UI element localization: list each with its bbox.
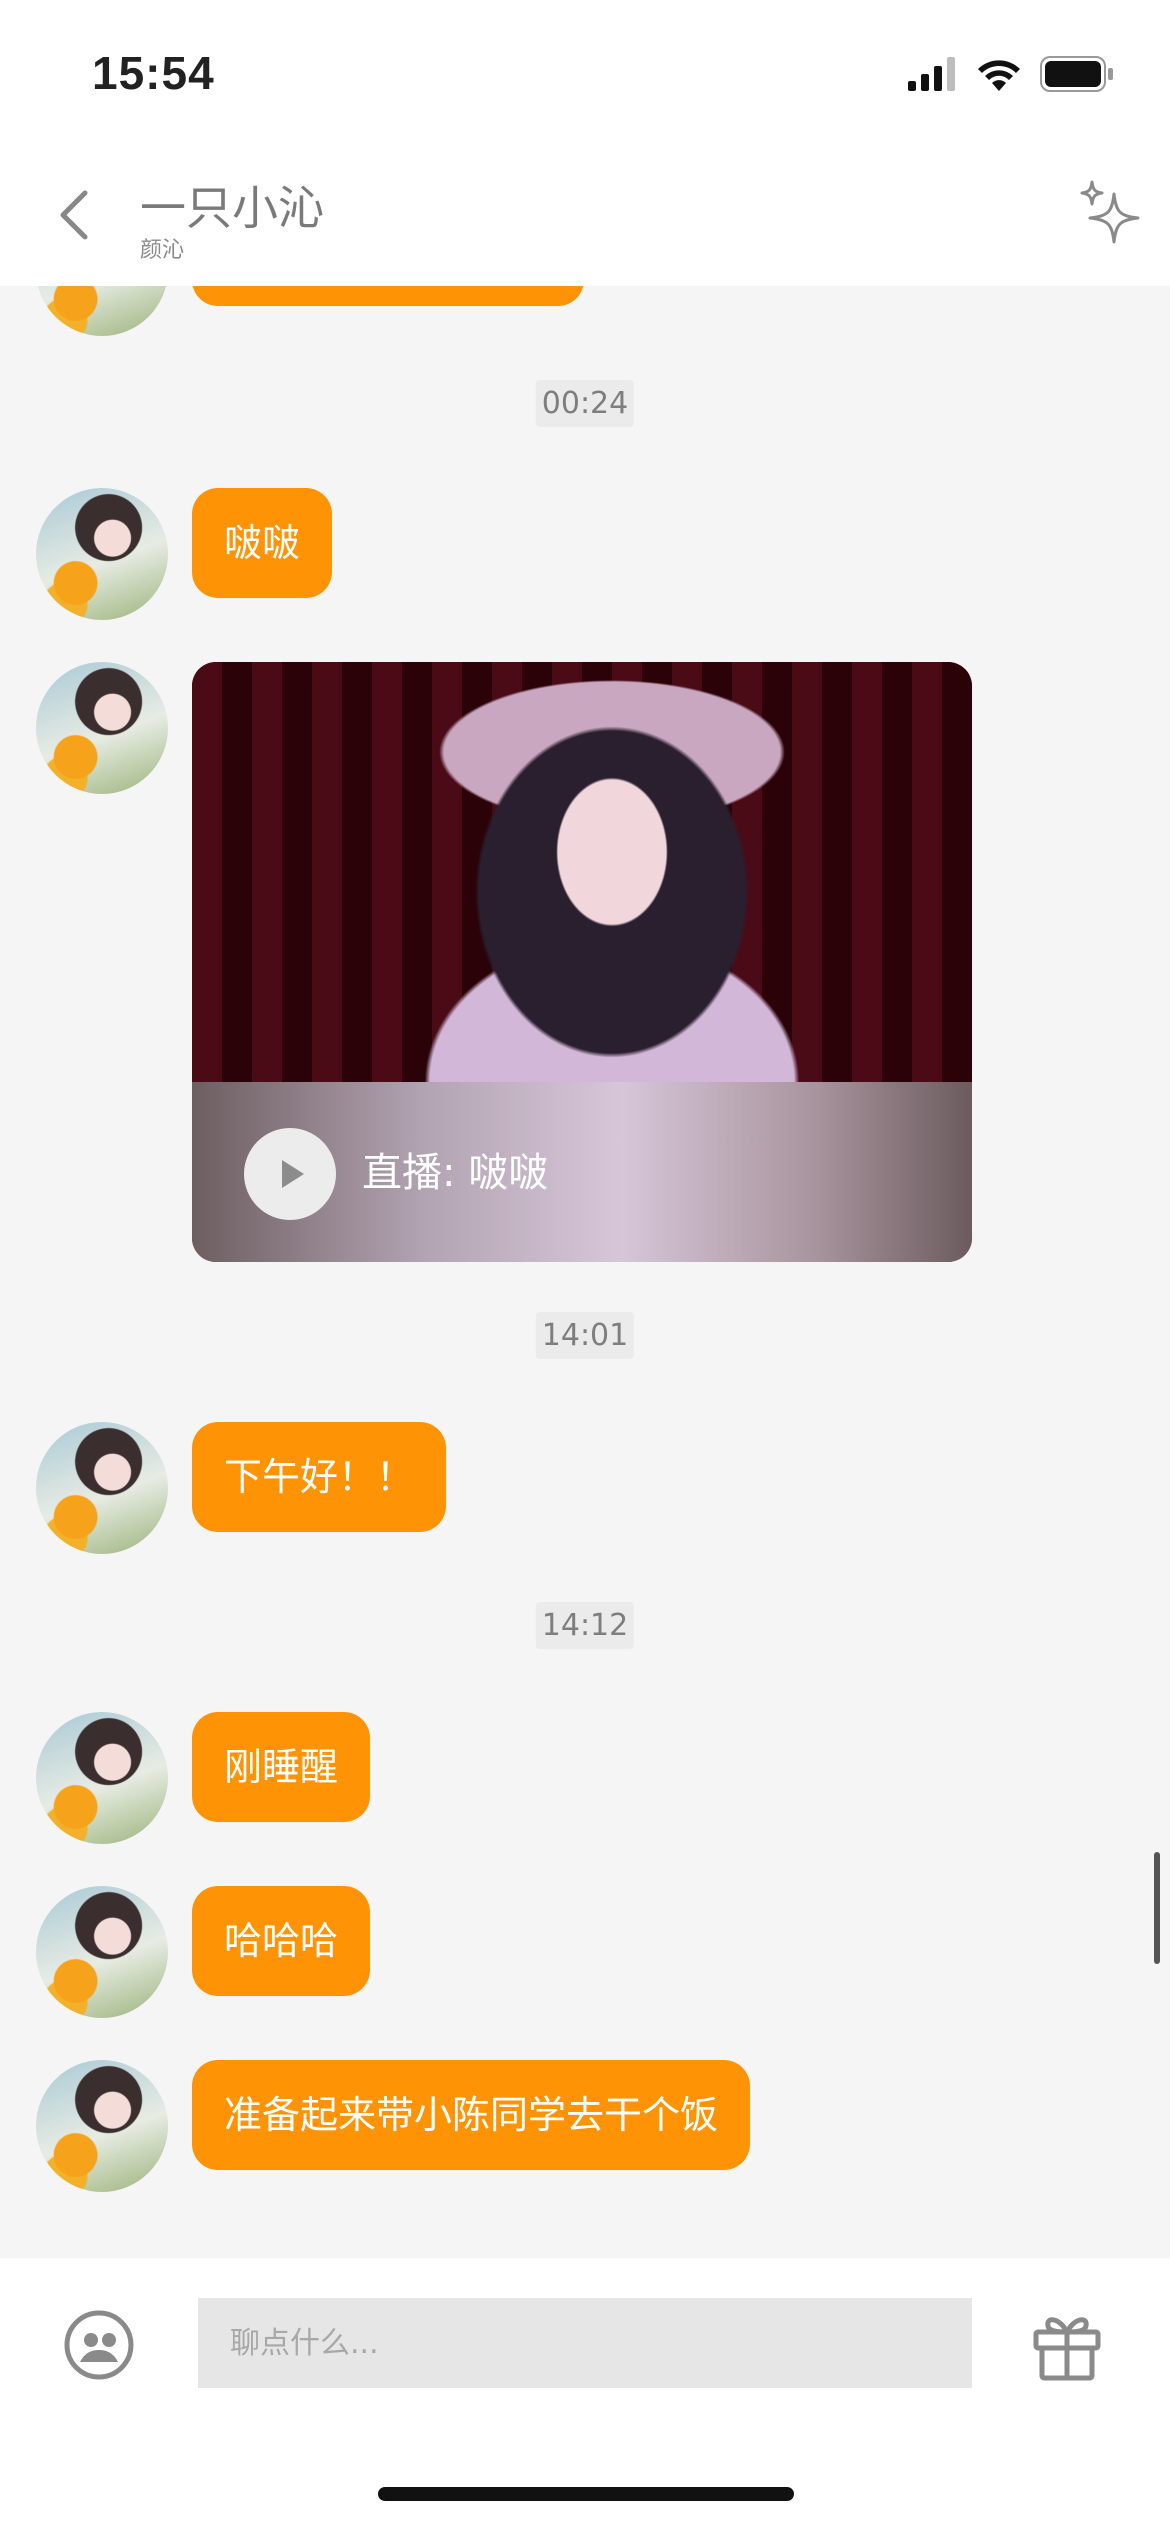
avatar[interactable] <box>36 2060 168 2192</box>
timestamp: 14:12 <box>535 1602 635 1649</box>
avatar[interactable] <box>36 1422 168 1554</box>
battery-icon <box>1040 56 1113 92</box>
play-button[interactable] <box>244 1128 336 1220</box>
message-bubble[interactable]: 啵啵 <box>192 488 333 598</box>
avatar[interactable] <box>36 1886 168 2018</box>
back-button[interactable] <box>44 180 104 250</box>
status-bar: 15:54 <box>0 0 1170 150</box>
avatar[interactable] <box>36 488 168 620</box>
sparkle-button[interactable] <box>1078 180 1142 250</box>
chat-header: 一只小沁 颜沁 <box>0 150 1170 286</box>
chat-list[interactable]: 00:24 啵啵 直播: 啵啵 14:01 下午好！！ 14:12 刚睡醒 哈哈… <box>0 286 1170 2258</box>
chat-title: 一只小沁 <box>140 181 324 235</box>
gift-icon <box>1033 2317 1101 2381</box>
message-bubble-partial <box>192 286 584 306</box>
status-time: 15:54 <box>92 47 215 99</box>
avatar[interactable] <box>36 662 168 794</box>
wifi-icon <box>978 60 1020 91</box>
live-label: 直播: 啵啵 <box>362 1150 549 1196</box>
play-icon <box>282 1160 304 1188</box>
message-input[interactable] <box>198 2298 972 2388</box>
emoji-button[interactable] <box>62 2308 136 2382</box>
live-stream-card[interactable]: 直播: 啵啵 <box>192 662 972 1262</box>
avatar[interactable] <box>36 286 168 336</box>
timestamp: 00:24 <box>535 380 635 427</box>
signal-icon <box>908 57 955 91</box>
message-bubble[interactable]: 哈哈哈 <box>192 1886 371 1996</box>
input-bar <box>0 2258 1170 2532</box>
home-indicator <box>378 2487 794 2501</box>
gift-button[interactable] <box>1030 2308 1104 2382</box>
sparkle-icon <box>1080 180 1140 244</box>
emoji-icon <box>64 2310 134 2380</box>
message-bubble[interactable]: 下午好！！ <box>192 1422 447 1532</box>
status-icons <box>908 54 1114 94</box>
avatar[interactable] <box>36 1712 168 1844</box>
live-cover-image <box>192 662 972 1082</box>
live-info-bar: 直播: 啵啵 <box>192 1082 972 1262</box>
message-bubble[interactable]: 刚睡醒 <box>192 1712 371 1822</box>
back-chevron-icon <box>60 190 88 240</box>
message-bubble[interactable]: 准备起来带小陈同学去干个饭 <box>192 2060 751 2170</box>
timestamp: 14:01 <box>535 1312 635 1359</box>
scrollbar[interactable] <box>1154 1852 1160 1964</box>
chat-subtitle: 颜沁 <box>140 238 185 263</box>
